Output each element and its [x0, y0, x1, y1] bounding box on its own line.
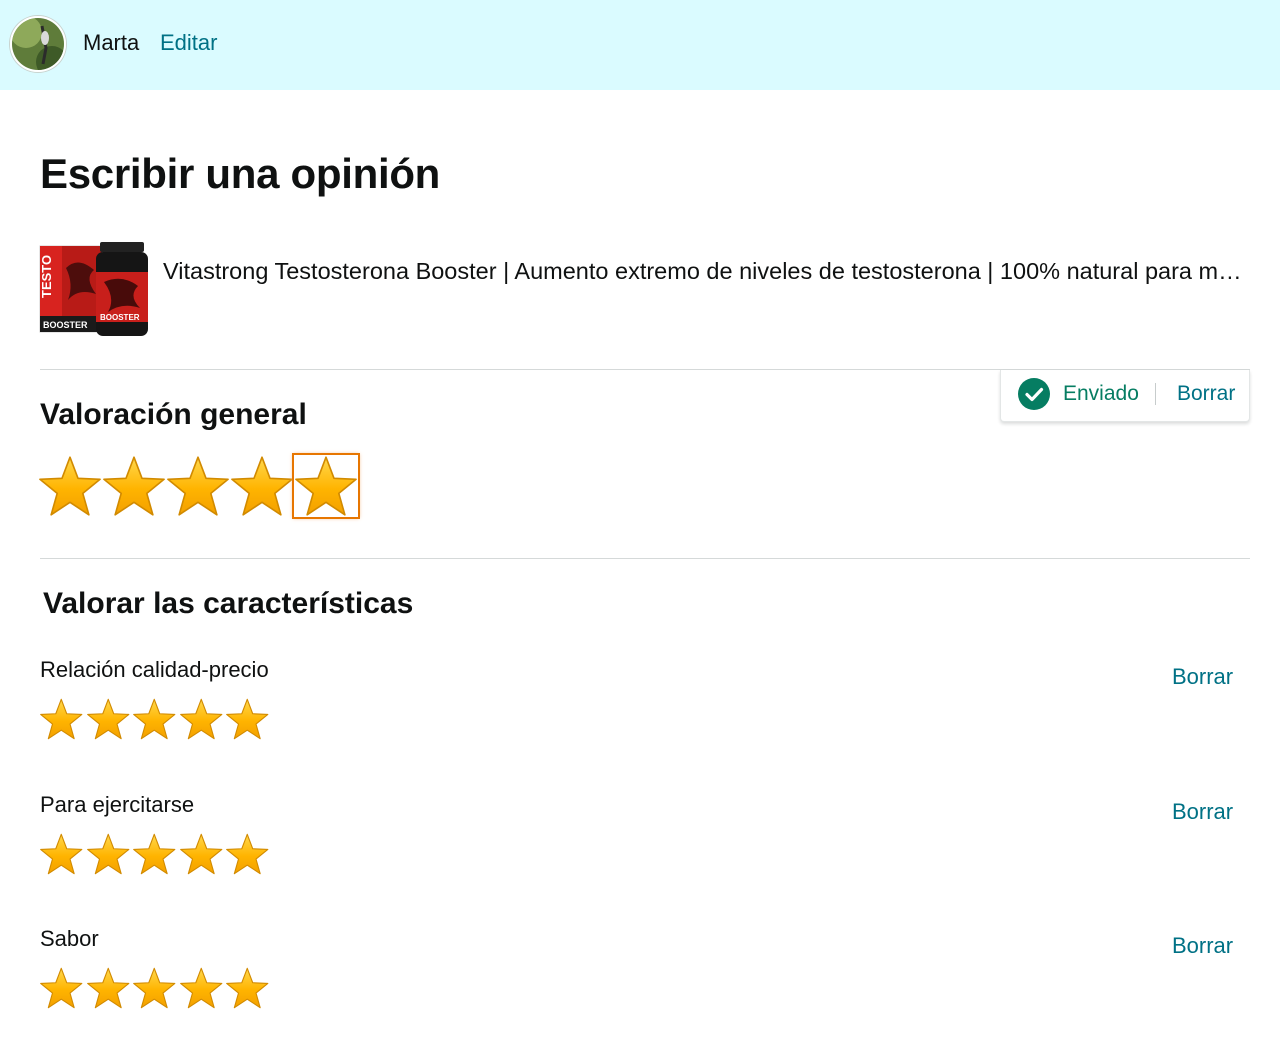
section-divider: [40, 558, 1250, 559]
user-name: Marta: [83, 30, 140, 55]
clear-overall-button[interactable]: Borrar: [1177, 382, 1235, 406]
star-icon[interactable]: [131, 967, 178, 1009]
overall-star-5[interactable]: [292, 453, 360, 519]
status-text: Enviado: [1063, 382, 1139, 405]
clear-feature-value-button[interactable]: Borrar: [1172, 664, 1233, 690]
product-image: TESTO BOOSTER BOOSTER: [38, 238, 150, 338]
star-icon: [102, 455, 166, 517]
star-icon[interactable]: [85, 967, 132, 1009]
star-icon[interactable]: [224, 833, 271, 875]
star-icon[interactable]: [131, 833, 178, 875]
product-box-label: TESTO: [39, 255, 54, 298]
star-icon[interactable]: [131, 698, 178, 740]
feature-label-value: Relación calidad-precio: [40, 657, 269, 682]
star-icon[interactable]: [85, 833, 132, 875]
overall-rating-stars: [38, 453, 360, 519]
star-icon[interactable]: [85, 698, 132, 740]
overall-star-4[interactable]: [230, 455, 294, 517]
star-icon: [230, 455, 294, 517]
star-icon[interactable]: [178, 967, 225, 1009]
star-icon[interactable]: [178, 698, 225, 740]
star-icon[interactable]: [38, 833, 85, 875]
status-separator: [1155, 383, 1156, 405]
clear-feature-flavor-button[interactable]: Borrar: [1172, 933, 1233, 959]
star-icon[interactable]: [224, 698, 271, 740]
product-title[interactable]: Vitastrong Testosterona Booster | Aument…: [163, 258, 1243, 285]
star-icon[interactable]: [178, 833, 225, 875]
overall-star-3[interactable]: [166, 455, 230, 517]
clear-feature-exercise-button[interactable]: Borrar: [1172, 799, 1233, 825]
feature-exercise-stars: [38, 833, 271, 875]
feature-flavor-stars: [38, 967, 271, 1009]
overall-star-1[interactable]: [38, 455, 102, 517]
feature-label-flavor: Sabor: [40, 926, 99, 951]
overall-rating-heading: Valoración general: [40, 398, 307, 431]
check-circle-icon: [1018, 378, 1050, 410]
star-icon[interactable]: [38, 967, 85, 1009]
profile-header: Marta Editar: [0, 0, 1280, 90]
features-heading: Valorar las características: [43, 587, 414, 620]
product-box-label-bottom: BOOSTER: [43, 320, 88, 330]
star-icon: [294, 455, 358, 517]
star-icon[interactable]: [38, 698, 85, 740]
page-title: Escribir una opinión: [40, 150, 441, 197]
star-icon[interactable]: [224, 967, 271, 1009]
star-icon: [166, 455, 230, 517]
feature-label-exercise: Para ejercitarse: [40, 792, 195, 817]
svg-text:BOOSTER: BOOSTER: [100, 313, 140, 322]
overall-star-2[interactable]: [102, 455, 166, 517]
edit-profile-link[interactable]: Editar: [160, 30, 217, 56]
feature-value-stars: [38, 698, 271, 740]
star-icon: [38, 455, 102, 517]
user-avatar[interactable]: [10, 16, 66, 72]
avatar-photo-icon: [12, 18, 64, 70]
submission-status: Enviado Borrar: [1000, 370, 1250, 422]
